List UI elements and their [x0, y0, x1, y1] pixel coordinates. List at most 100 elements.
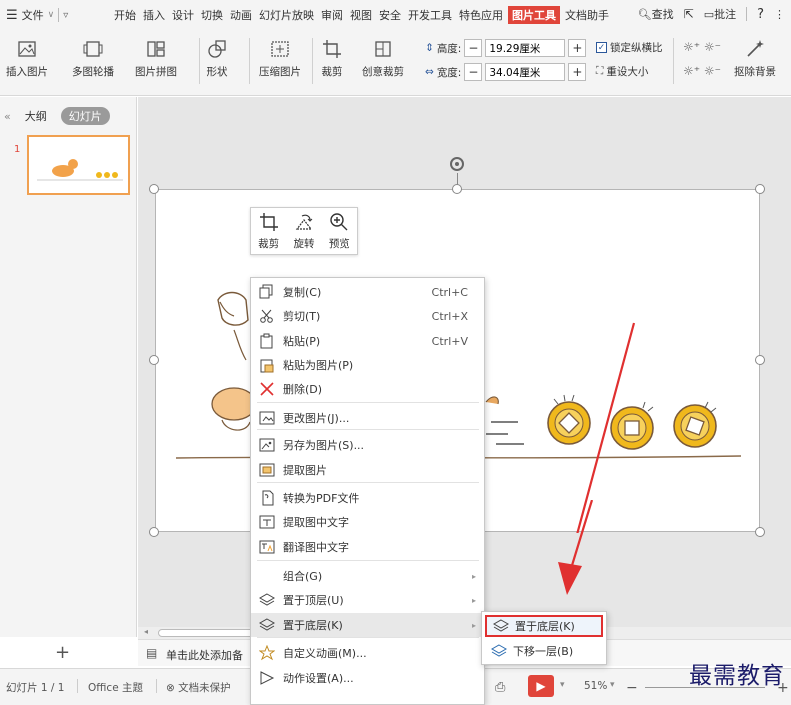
checkbox-checked-icon: ✓ [596, 42, 607, 53]
context-menu-item[interactable]: 翻译图中文字 [251, 535, 484, 559]
context-menu-item[interactable]: 置于底层(K) ▸ [251, 613, 484, 637]
tab-slides[interactable]: 幻灯片 [60, 107, 110, 125]
tab-0[interactable]: 开始 [112, 6, 138, 24]
zoom-level[interactable]: 51% [584, 680, 607, 692]
resize-handle[interactable] [755, 527, 765, 537]
send-to-back-menu-item[interactable]: 置于底层(K) [485, 615, 603, 637]
context-menu-item[interactable]: 删除(D) [251, 377, 484, 401]
tab-outline[interactable]: 大纲 [25, 108, 47, 124]
context-menu-item[interactable]: 提取图中文字 [251, 510, 484, 534]
height-input[interactable] [485, 39, 566, 57]
tab-8[interactable]: 安全 [377, 6, 403, 24]
tab-12[interactable]: 文档助手 [563, 6, 611, 24]
slide-thumbnail[interactable] [27, 135, 130, 195]
send-backward-menu-item[interactable]: 下移一层(B) [485, 640, 603, 662]
mini-crop-button[interactable]: 裁剪 [258, 212, 279, 251]
multi-outline-button[interactable]: 多图轮播 [72, 38, 114, 79]
more-icon[interactable]: ⋮ [774, 8, 785, 21]
divider [58, 8, 60, 22]
tab-5[interactable]: 幻灯片放映 [257, 6, 316, 24]
width-row: ⇔ 宽度: − + [425, 63, 587, 81]
context-menu-item[interactable]: 置于顶层(U) ▸ [251, 588, 484, 612]
context-menu-item[interactable]: 提取图片 [251, 458, 484, 482]
hamburger-icon[interactable]: ☰ [6, 8, 18, 23]
picture-collage-button[interactable]: 图片拼图 [135, 38, 177, 79]
coin-graphic [673, 401, 717, 448]
lock-ratio-checkbox[interactable]: ✓ 锁定纵横比 [596, 40, 663, 55]
compress-icon [271, 41, 289, 57]
coin-graphic [610, 401, 654, 450]
mini-rotate-button[interactable]: 旋转 [293, 212, 314, 251]
contrast-icon[interactable]: ☼⁺ ☼⁻ [683, 64, 721, 78]
context-menu-item[interactable]: 粘贴为图片(P) [251, 353, 484, 377]
tab-3[interactable]: 切换 [199, 6, 225, 24]
width-decrease-button[interactable]: − [464, 63, 483, 81]
tab-9[interactable]: 开发工具 [406, 6, 454, 24]
menu-separator [257, 402, 479, 403]
reading-view-icon[interactable]: ⎙ [495, 680, 505, 695]
shape-button[interactable]: 形状 [206, 38, 228, 79]
file-menu[interactable]: 文件 [22, 7, 44, 23]
resize-handle[interactable] [755, 184, 765, 194]
brightness-up-icon[interactable]: ☼⁺ ☼⁻ [683, 40, 721, 54]
divider [77, 679, 78, 693]
theme-name[interactable]: Office 主题 [88, 680, 143, 695]
resize-handle[interactable] [452, 184, 462, 194]
compress-button[interactable]: 压缩图片 [259, 38, 301, 79]
context-menu-label: 复制(C) [283, 286, 322, 299]
tab-7[interactable]: 视图 [348, 6, 374, 24]
tab-6[interactable]: 审阅 [319, 6, 345, 24]
remove-background-button[interactable]: 抠除背景 [734, 38, 776, 79]
play-slideshow-button[interactable]: ▶ [528, 675, 554, 697]
context-menu-item[interactable]: 更改图片(J)... [251, 406, 484, 430]
chevron-down-icon[interactable]: ▾ [560, 680, 565, 690]
magic-wand-icon [747, 40, 764, 57]
panel-tabs: « 大纲 幻灯片 [4, 107, 110, 125]
context-menu-item[interactable]: 动作设置(A)... [251, 666, 484, 690]
scroll-left-icon[interactable]: ◂ [144, 627, 148, 636]
context-menu-item[interactable]: 粘贴(P) Ctrl+V [251, 329, 484, 353]
height-increase-button[interactable]: + [568, 39, 587, 57]
tab-4[interactable]: 动画 [228, 6, 254, 24]
resize-handle[interactable] [149, 355, 159, 365]
collapse-panel-button[interactable]: « [4, 110, 11, 123]
share-icon[interactable]: ⇱ [684, 7, 694, 21]
add-slide-button[interactable]: + [55, 642, 70, 663]
insert-picture-button[interactable]: 插入图片 [6, 38, 48, 79]
search-menu[interactable]: 🔍︎查找 [638, 6, 674, 22]
divider [746, 7, 748, 21]
menu-separator [257, 560, 479, 561]
comment-menu[interactable]: ▭批注 [704, 6, 736, 22]
resize-handle[interactable] [149, 527, 159, 537]
resize-handle[interactable] [755, 355, 765, 365]
rotate-handle[interactable] [448, 155, 466, 173]
context-menu-item[interactable]: 复制(C) Ctrl+C [251, 280, 484, 304]
picture-collage-label: 图片拼图 [135, 66, 177, 78]
context-menu-item[interactable]: 另存为图片(S)... [251, 433, 484, 457]
zoom-out-button[interactable]: − [626, 680, 638, 696]
context-menu-item[interactable]: 自定义动画(M)... [251, 641, 484, 665]
tab-2[interactable]: 设计 [170, 6, 196, 24]
tab-10[interactable]: 特色应用 [457, 6, 505, 24]
protection-status[interactable]: ⊗ 文档未保护 [166, 680, 231, 695]
width-increase-button[interactable]: + [568, 63, 587, 81]
help-button[interactable]: ? [757, 7, 764, 22]
rotate-handle-line [457, 173, 458, 185]
reset-size-button[interactable]: ⛶ 重设大小 [596, 64, 648, 79]
context-menu-item[interactable]: 转换为PDF文件 [251, 486, 484, 510]
tab-1[interactable]: 插入 [141, 6, 167, 24]
quick-access-icon[interactable]: ▿ [63, 10, 68, 21]
crop-button[interactable]: 裁剪 [321, 38, 343, 79]
creative-crop-label: 创意裁剪 [362, 66, 404, 78]
chevron-down-icon[interactable]: ▾ [610, 680, 615, 690]
height-decrease-button[interactable]: − [464, 39, 483, 57]
notes-placeholder[interactable]: 单击此处添加备 [166, 647, 243, 663]
context-menu-item[interactable]: 组合(G) ▸ [251, 564, 484, 588]
context-menu-item[interactable]: 剪切(T) Ctrl+X [251, 304, 484, 328]
mini-preview-button[interactable]: 预览 [329, 212, 350, 251]
tab-11[interactable]: 图片工具 [508, 6, 560, 24]
creative-crop-button[interactable]: 创意裁剪 [362, 38, 404, 79]
resize-handle[interactable] [149, 184, 159, 194]
chevron-down-icon[interactable]: ∨ [48, 10, 55, 20]
width-input[interactable] [485, 63, 566, 81]
